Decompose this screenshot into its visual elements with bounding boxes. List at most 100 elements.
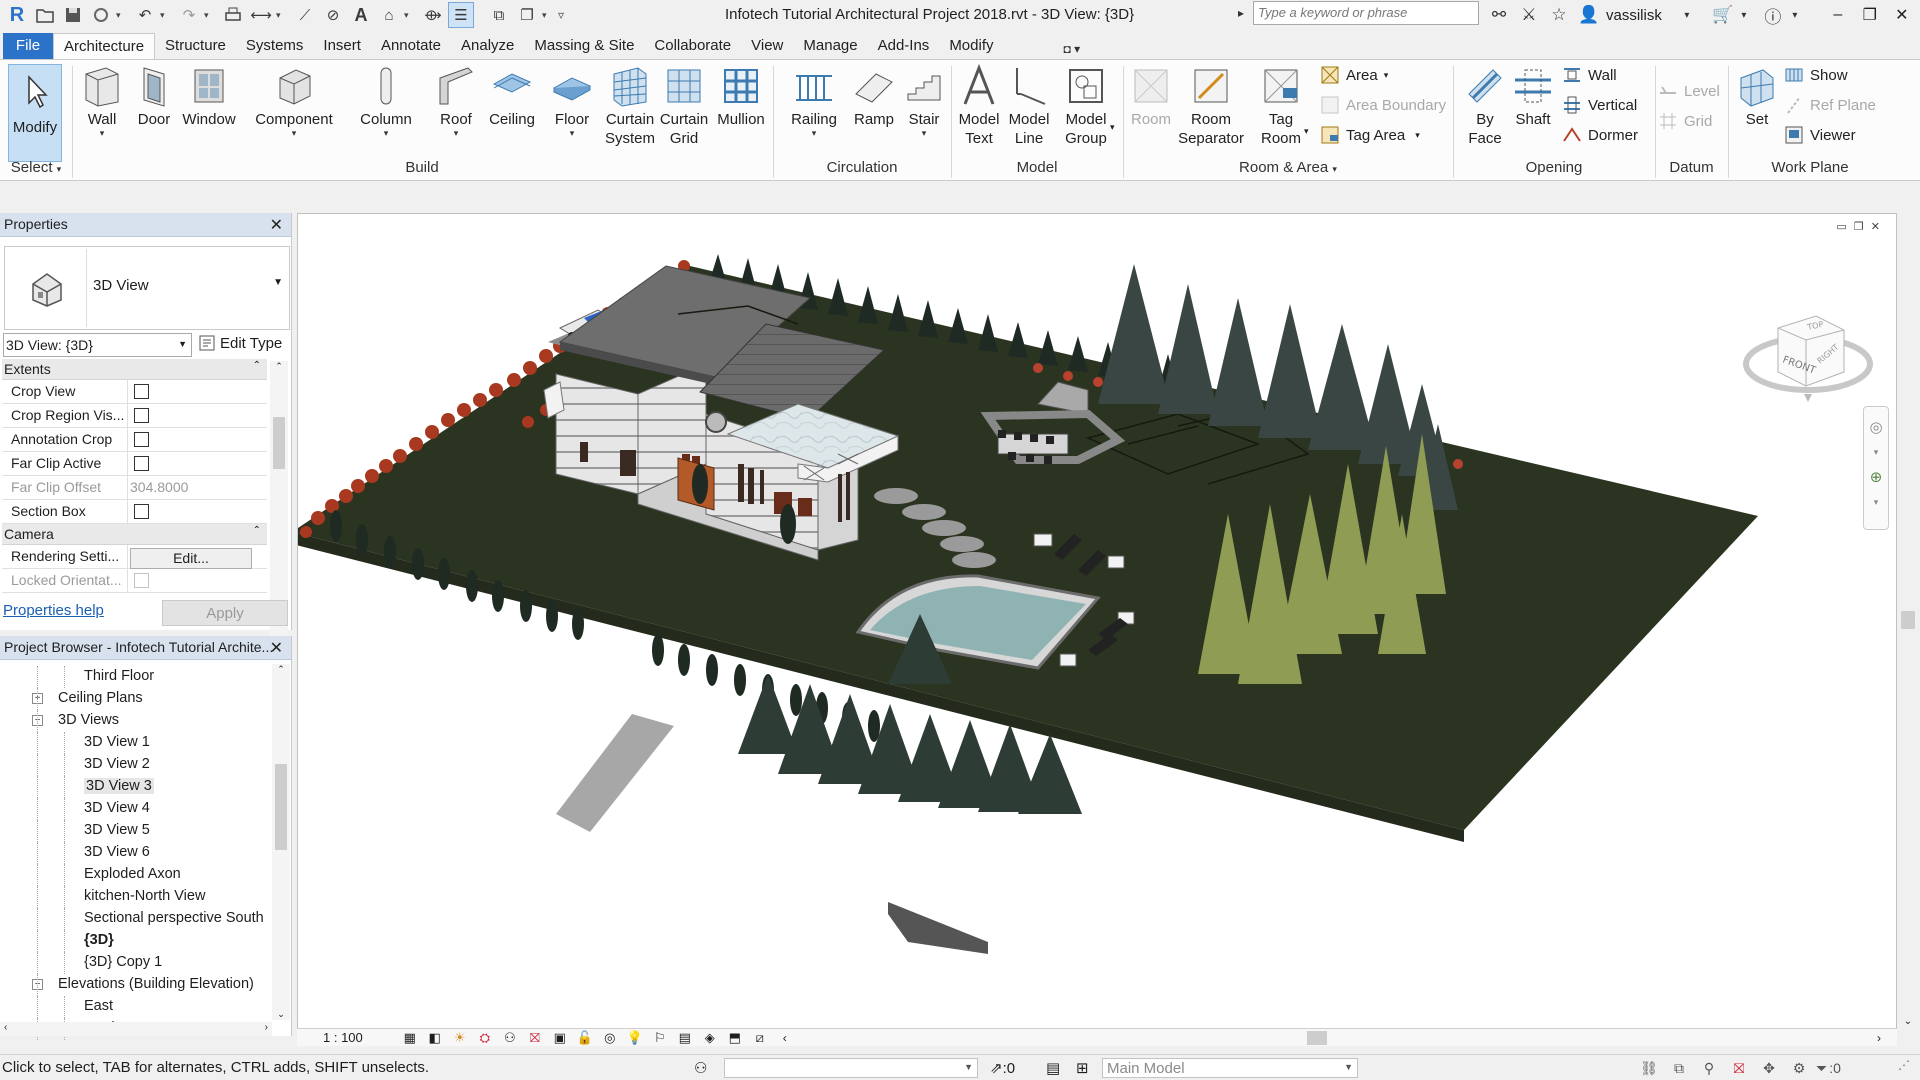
temporary-hide-icon[interactable]: ◎ bbox=[599, 1030, 621, 1046]
thin-lines-icon[interactable]: ☰ bbox=[448, 2, 474, 28]
help-dropdown-icon[interactable]: ▾ bbox=[1788, 1, 1802, 29]
room-button[interactable]: Room bbox=[1128, 64, 1174, 129]
area-boundary-button[interactable]: Area Boundary bbox=[1320, 94, 1446, 116]
measure-dropdown-icon[interactable]: ▾ bbox=[276, 10, 286, 21]
search-input[interactable]: Type a keyword or phrase bbox=[1253, 1, 1479, 25]
railing-button[interactable]: Railing ▾ bbox=[786, 64, 842, 138]
far-clip-active-checkbox[interactable] bbox=[134, 456, 149, 471]
close-hidden-windows-icon[interactable]: ⧉ bbox=[486, 2, 512, 28]
browser-item[interactable]: + Ceiling Plans bbox=[0, 688, 270, 710]
dormer-button[interactable]: Dormer bbox=[1562, 124, 1638, 146]
close-properties-icon[interactable]: ✕ bbox=[270, 215, 283, 235]
infocenter-expand-icon[interactable]: ▸ bbox=[1238, 6, 1244, 20]
tab-architecture[interactable]: Architecture bbox=[53, 33, 156, 60]
measure-icon[interactable]: ⟷ bbox=[248, 2, 274, 28]
select-underlay-icon[interactable]: ⧉ bbox=[1666, 1058, 1692, 1078]
username[interactable]: vassilisk bbox=[1606, 7, 1662, 24]
browser-item[interactable]: 3D View 5 bbox=[0, 820, 270, 842]
undo-dropdown-icon[interactable]: ▾ bbox=[160, 10, 170, 21]
tab-massing-site[interactable]: Massing & Site bbox=[524, 33, 644, 60]
default-3d-view-icon[interactable]: ⌂ bbox=[376, 2, 402, 28]
zoom-dropdown-icon[interactable]: ▾ bbox=[1864, 497, 1888, 507]
browser-item[interactable]: {3D} bbox=[0, 930, 270, 952]
room-area-panel-dropdown[interactable]: Room & Area ▾ bbox=[1123, 159, 1453, 176]
wall-opening-button[interactable]: Wall bbox=[1562, 64, 1617, 86]
roof-button[interactable]: Roof ▾ bbox=[432, 64, 480, 138]
browser-item[interactable]: − Elevations (Building Elevation) bbox=[0, 974, 270, 996]
zoom-region-icon[interactable]: ⊕ bbox=[1864, 457, 1888, 497]
floor-button[interactable]: Floor ▾ bbox=[548, 64, 596, 138]
active-workset-select[interactable]: ▼ bbox=[724, 1058, 978, 1078]
properties-scroll-thumb[interactable] bbox=[273, 417, 285, 469]
project-browser-scroll-thumb[interactable] bbox=[275, 764, 287, 850]
binoculars-icon[interactable]: ⚯ bbox=[1484, 1, 1514, 29]
switch-windows-icon[interactable]: ❐ bbox=[514, 2, 540, 28]
ref-plane-button[interactable]: Ref Plane bbox=[1784, 94, 1876, 116]
worksharing-display-icon[interactable]: ⚐ bbox=[649, 1030, 671, 1046]
apply-button[interactable]: Apply bbox=[162, 600, 288, 626]
ramp-button[interactable]: Ramp bbox=[848, 64, 900, 129]
model-group-button[interactable]: Model Group bbox=[1058, 64, 1114, 148]
crop-view-icon[interactable]: ⛝ bbox=[524, 1030, 546, 1046]
component-button[interactable]: Component ▾ bbox=[250, 64, 338, 138]
tab-analyze[interactable]: Analyze bbox=[451, 33, 524, 60]
tab-annotate[interactable]: Annotate bbox=[371, 33, 451, 60]
instance-filter-select[interactable]: 3D View: {3D} ▼ bbox=[3, 333, 192, 357]
drawing-hscroll-thumb[interactable] bbox=[1307, 1031, 1327, 1045]
annotation-crop-checkbox[interactable] bbox=[134, 432, 149, 447]
browser-item[interactable]: 3D View 6 bbox=[0, 842, 270, 864]
section-icon[interactable]: ⟴ bbox=[420, 2, 446, 28]
print-icon[interactable] bbox=[220, 2, 246, 28]
set-button[interactable]: Set bbox=[1734, 64, 1780, 129]
section-box-checkbox[interactable] bbox=[134, 504, 149, 519]
by-face-button[interactable]: By Face bbox=[1462, 64, 1508, 148]
help-icon[interactable]: ⓘ bbox=[1758, 1, 1788, 29]
user-icon[interactable]: 👤 bbox=[1574, 1, 1604, 29]
tab-collaborate[interactable]: Collaborate bbox=[644, 33, 741, 60]
modify-button[interactable]: Modify bbox=[8, 64, 62, 162]
close-icon[interactable]: ✕ bbox=[1886, 1, 1918, 29]
tab-manage[interactable]: Manage bbox=[793, 33, 867, 60]
sun-path-icon[interactable]: ☀ bbox=[449, 1030, 471, 1046]
crop-view-checkbox[interactable] bbox=[134, 384, 149, 399]
window-button[interactable]: Window bbox=[180, 64, 238, 129]
browser-item[interactable]: Exploded Axon bbox=[0, 864, 270, 886]
editing-requests-icon[interactable]: ▤ bbox=[1046, 1059, 1060, 1077]
sync-icon[interactable] bbox=[88, 2, 114, 28]
level-button[interactable]: Level bbox=[1658, 80, 1720, 102]
browser-item[interactable]: East bbox=[0, 996, 270, 1018]
favorites-star-icon[interactable]: ☆ bbox=[1544, 1, 1574, 29]
drag-elements-icon[interactable]: ✥ bbox=[1756, 1058, 1782, 1078]
tag-area-button[interactable]: Tag Area ▾ bbox=[1320, 124, 1420, 146]
tab-add-ins[interactable]: Add-Ins bbox=[868, 33, 940, 60]
switch-windows-dropdown-icon[interactable]: ▾ bbox=[542, 10, 552, 21]
vertical-opening-button[interactable]: Vertical bbox=[1562, 94, 1637, 116]
area-button[interactable]: Area ▾ bbox=[1320, 64, 1388, 86]
reveal-constraints-icon[interactable]: ⧄ bbox=[749, 1030, 771, 1046]
collapse-extents-icon[interactable]: ⌃ bbox=[253, 360, 261, 371]
view-scale[interactable]: 1 : 100 bbox=[323, 1030, 363, 1045]
ribbon-display-toggle-icon[interactable]: ◘ ▾ bbox=[1064, 42, 1081, 60]
customize-qat-icon[interactable]: ▿ bbox=[558, 8, 568, 22]
curtain-system-button[interactable]: Curtain System bbox=[602, 64, 658, 148]
worksets-icon[interactable]: ⚇ bbox=[694, 1059, 707, 1077]
wall-button[interactable]: Wall ▾ bbox=[78, 64, 126, 138]
drawing-vscrollbar[interactable]: ⌄ bbox=[1899, 213, 1917, 1029]
temporary-view-properties-icon[interactable]: ▤ bbox=[674, 1030, 696, 1046]
hscroll-right-icon[interactable]: › bbox=[1868, 1030, 1890, 1046]
tab-view[interactable]: View bbox=[741, 33, 793, 60]
design-option-select[interactable]: Main Model ▼ bbox=[1102, 1058, 1358, 1078]
view-window-controls[interactable]: ▭ ❐ ✕ bbox=[1836, 220, 1882, 233]
room-separator-button[interactable]: Room Separator bbox=[1174, 64, 1248, 148]
3d-view-canvas[interactable]: ▭ ❐ ✕ TOP FRONT RIGHT ◎ ▾ ⊕ ▾ bbox=[297, 213, 1897, 1029]
tab-modify[interactable]: Modify bbox=[939, 33, 1003, 60]
edit-type-button[interactable]: Edit Type bbox=[198, 334, 282, 352]
filter-icon[interactable]: ⏷:0 bbox=[1816, 1058, 1841, 1078]
revit-logo-icon[interactable]: R bbox=[4, 2, 30, 28]
hscroll-left-icon[interactable]: ‹ bbox=[774, 1030, 796, 1046]
browser-item[interactable]: kitchen-North View bbox=[0, 886, 270, 908]
viewcube[interactable]: TOP FRONT RIGHT bbox=[1738, 294, 1878, 418]
column-button[interactable]: Column ▾ bbox=[354, 64, 418, 138]
redo-dropdown-icon[interactable]: ▾ bbox=[204, 10, 214, 21]
subscription-icon[interactable]: ⚔ bbox=[1514, 1, 1544, 29]
